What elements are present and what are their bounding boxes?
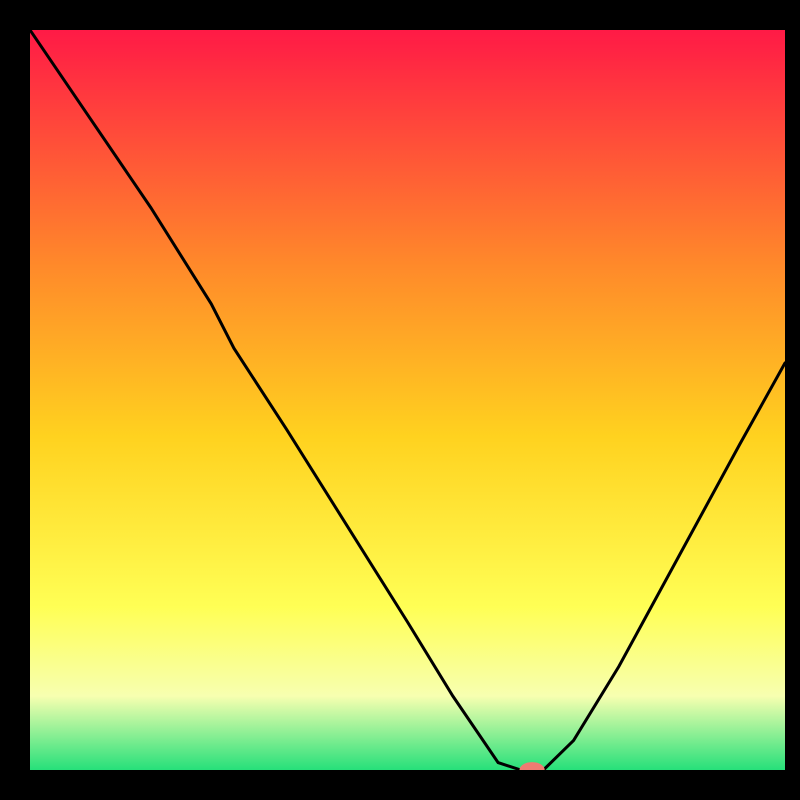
right-border	[785, 0, 800, 800]
bottleneck-chart	[0, 0, 800, 800]
chart-frame: { "attribution": "TheBottleneck.com", "c…	[0, 0, 800, 800]
plot-background	[30, 30, 785, 770]
top-border	[0, 0, 800, 30]
bottom-axis	[0, 770, 800, 800]
left-axis	[0, 0, 30, 800]
